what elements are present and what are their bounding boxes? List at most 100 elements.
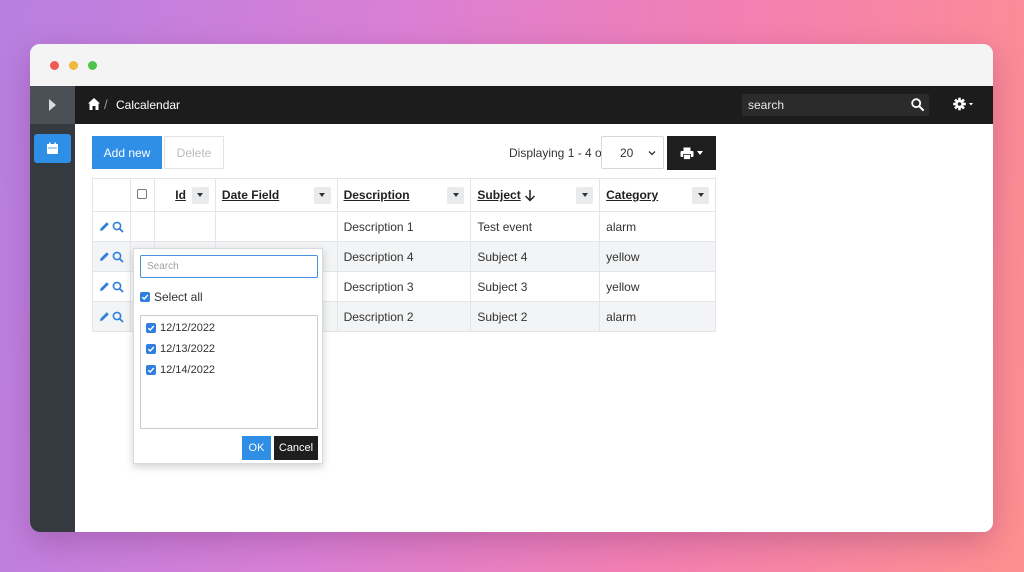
filter-cancel-button[interactable]: Cancel [274,436,318,460]
table-row[interactable]: Description 1 Test event alarm [92,211,716,242]
cell-description: Description 2 [336,301,472,332]
cell-subject: Subject 4 [470,241,601,272]
column-subject-label[interactable]: Subject [477,188,520,202]
caret-down-icon [197,193,204,197]
filter-option[interactable]: 12/12/2022 [146,322,215,334]
calendar-icon [47,142,58,154]
column-subject-sort[interactable]: Subject [477,188,535,202]
caret-down-icon [697,151,703,155]
table-header-row: Id Date Field Description Subject Catego… [92,178,716,212]
cell-subject: Test event [470,211,601,242]
browser-window: / Calcalendar Add new Delete Di [30,44,993,532]
checkmark-icon [147,346,155,353]
row-actions [92,241,131,272]
sidebar-toggle-button[interactable] [30,86,75,124]
select-all-label: Select all [154,290,203,304]
option-label: 12/12/2022 [160,322,216,334]
caret-down-icon [697,193,704,197]
option-label: 12/14/2022 [160,364,216,376]
column-date-field[interactable]: Date Field [214,178,338,212]
checkmark-icon [141,294,149,301]
caret-down-icon [581,193,588,197]
select-all-checkbox[interactable] [140,292,150,302]
checkmark-icon [147,367,155,374]
page-size-value: 20 [620,145,634,160]
cell-category: yellow [599,241,716,272]
edit-pencil-icon[interactable] [99,281,110,292]
cell-id [153,211,216,242]
edit-pencil-icon[interactable] [99,311,110,322]
settings-menu-button[interactable] [952,96,976,113]
filter-option-list: 12/12/2022 12/13/2022 12/14/2022 [140,315,318,429]
chevron-right-icon [49,99,56,111]
cell-category: alarm [599,211,716,242]
printer-icon [680,147,694,160]
edit-pencil-icon[interactable] [99,251,110,262]
column-date-field-filter-button[interactable] [313,186,331,204]
sidebar-item-calendar[interactable] [34,134,71,163]
column-description-label[interactable]: Description [344,188,410,202]
search-input[interactable] [742,94,929,116]
caret-down-icon [452,193,459,197]
home-icon[interactable] [87,97,101,111]
view-magnifier-icon[interactable] [112,221,124,233]
actions-header [92,178,131,212]
option-checkbox[interactable] [146,365,156,375]
main-content: Add new Delete Displaying 1 - 4 of 4 20 [75,124,993,532]
add-new-button[interactable]: Add new [92,136,162,169]
column-category[interactable]: Category [599,178,716,212]
minimize-window-button[interactable] [69,61,78,70]
edit-pencil-icon[interactable] [99,221,110,232]
cell-description: Description 3 [336,271,472,302]
filter-search-input[interactable] [140,255,318,278]
view-magnifier-icon[interactable] [112,251,124,263]
cell-date-field [214,211,338,242]
row-checkbox-cell[interactable] [130,211,155,242]
column-description[interactable]: Description [336,178,472,212]
filter-option[interactable]: 12/13/2022 [146,343,215,355]
column-subject-filter-button[interactable] [576,186,594,204]
window-titlebar [30,44,993,86]
select-all-rows-checkbox[interactable] [137,189,147,199]
cell-description: Description 4 [336,241,472,272]
cell-category: alarm [599,301,716,332]
column-id-filter-button[interactable] [191,186,209,204]
row-actions [92,271,131,302]
sidebar [30,86,75,532]
column-category-filter-button[interactable] [692,186,709,204]
page-size-select[interactable]: 20 [601,136,664,169]
sort-descending-icon [524,189,535,202]
gear-icon [953,97,973,111]
row-actions [92,301,131,332]
option-checkbox[interactable] [146,323,156,333]
record-count-text: Displaying 1 - 4 of 4 [509,146,616,160]
close-window-button[interactable] [50,61,59,70]
view-magnifier-icon[interactable] [112,311,124,323]
maximize-window-button[interactable] [88,61,97,70]
filter-select-all[interactable]: Select all [140,290,203,304]
top-navbar: / Calcalendar [75,86,993,124]
caret-down-icon [319,193,326,197]
column-subject[interactable]: Subject [470,178,601,212]
view-magnifier-icon[interactable] [112,281,124,293]
cell-subject: Subject 3 [470,271,601,302]
option-checkbox[interactable] [146,344,156,354]
column-id[interactable]: Id [153,178,216,212]
cell-description: Description 1 [336,211,472,242]
search-icon[interactable] [911,98,924,111]
cell-category: yellow [599,271,716,302]
print-menu-button[interactable] [667,136,716,170]
column-description-filter-button[interactable] [447,186,465,204]
cell-subject: Subject 2 [470,301,601,332]
delete-button: Delete [164,136,224,169]
filter-ok-button[interactable]: OK [242,436,271,460]
checkmark-icon [147,325,155,332]
page-title: Calcalendar [116,98,181,112]
column-category-label[interactable]: Category [606,188,658,202]
column-id-label[interactable]: Id [175,188,186,202]
filter-option[interactable]: 12/14/2022 [146,364,215,376]
option-label: 12/13/2022 [160,343,216,355]
breadcrumb-separator: / [104,97,108,112]
column-date-field-label[interactable]: Date Field [222,188,279,202]
row-actions [92,211,131,242]
